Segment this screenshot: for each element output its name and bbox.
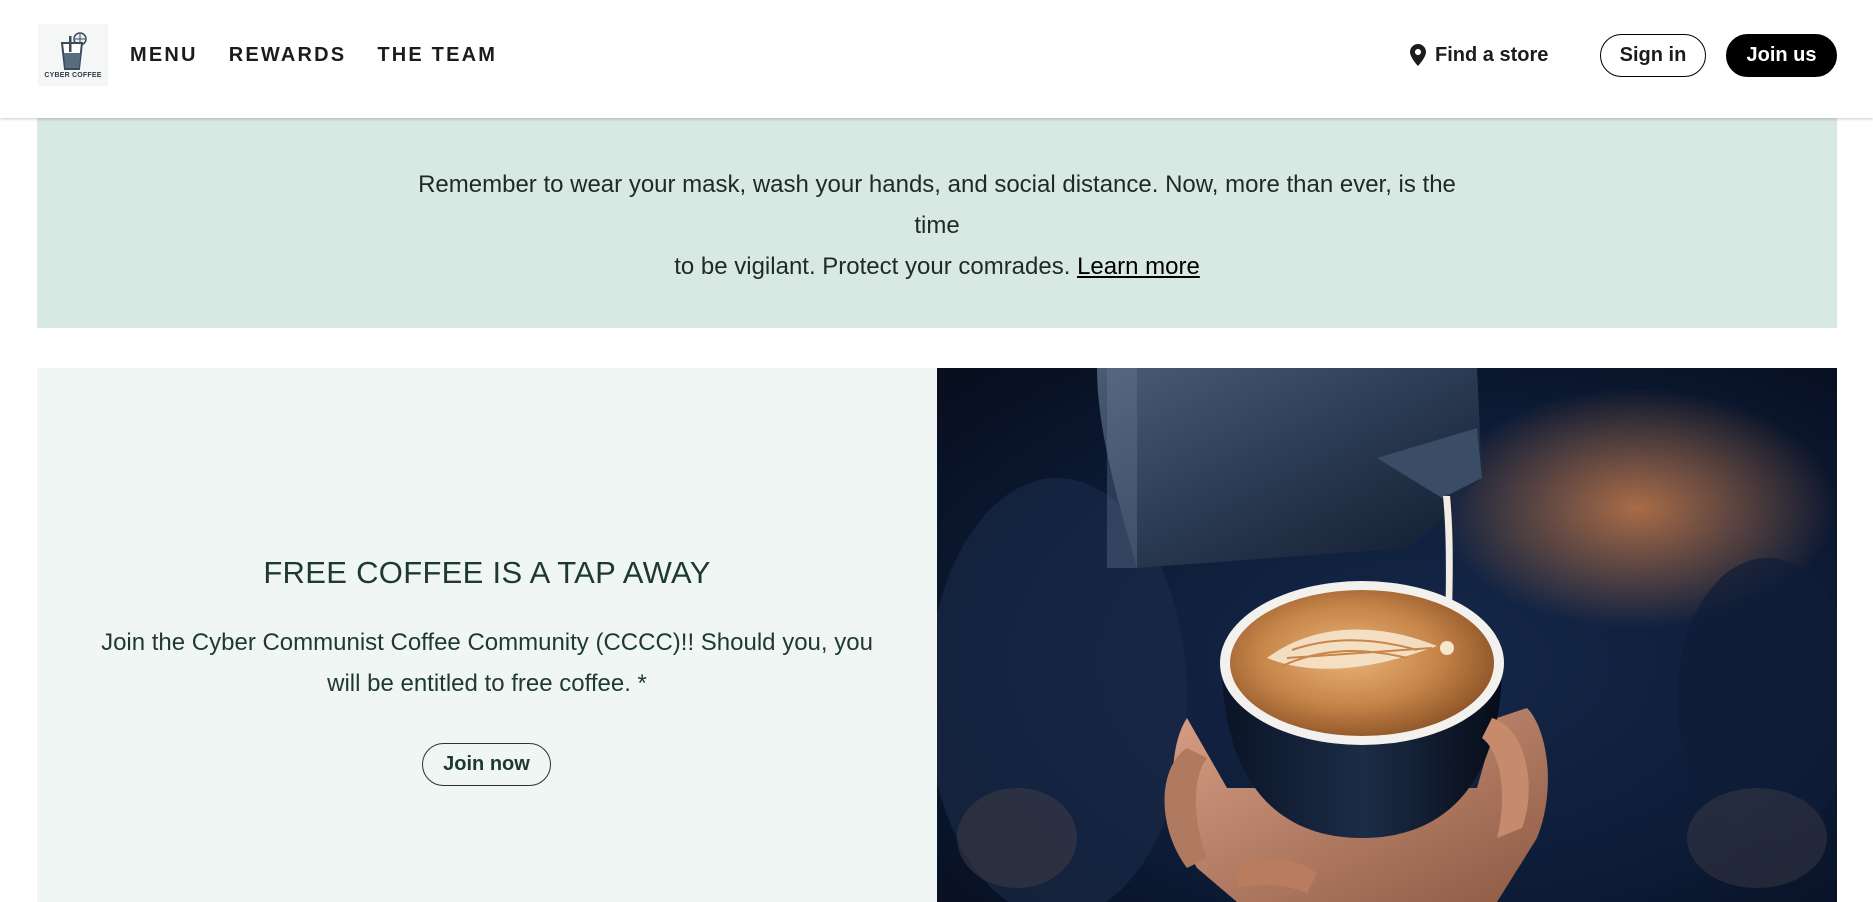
join-us-button[interactable]: Join us [1726, 34, 1837, 77]
safety-notice-line1: Remember to wear your mask, wash your ha… [418, 170, 1456, 239]
brand-logo[interactable]: CYBER COFFEE [38, 24, 108, 86]
join-now-button[interactable]: Join now [422, 743, 551, 786]
sign-in-button[interactable]: Sign in [1600, 34, 1706, 77]
learn-more-link[interactable]: Learn more [1077, 253, 1200, 280]
rewards-promo-panel: FREE COFFEE IS A TAP AWAY Join the Cyber… [37, 368, 937, 902]
safety-notice-banner: Remember to wear your mask, wash your ha… [37, 118, 1837, 328]
main-nav: MENU REWARDS THE TEAM [130, 0, 528, 110]
latte-art-illustration [937, 368, 1837, 902]
find-store-label: Find a store [1435, 43, 1549, 66]
find-store-link[interactable]: Find a store [1410, 40, 1548, 70]
safety-notice-line2: to be vigilant. Protect your comrades. [674, 252, 1071, 280]
safety-notice-text: Remember to wear your mask, wash your ha… [397, 164, 1477, 287]
nav-item-the-team[interactable]: THE TEAM [377, 44, 497, 67]
latte-art-image [937, 368, 1837, 902]
nav-item-rewards[interactable]: REWARDS [229, 44, 347, 67]
brand-logo-text: CYBER COFFEE [44, 72, 102, 79]
location-pin-icon [1410, 44, 1426, 66]
promo-body: Join the Cyber Communist Coffee Communit… [101, 629, 873, 697]
site-header: CYBER COFFEE MENU REWARDS THE TEAM Find … [0, 0, 1873, 118]
nav-item-menu[interactable]: MENU [130, 44, 198, 67]
promo-title: FREE COFFEE IS A TAP AWAY [263, 555, 711, 590]
coffee-glass-icon [60, 32, 87, 70]
